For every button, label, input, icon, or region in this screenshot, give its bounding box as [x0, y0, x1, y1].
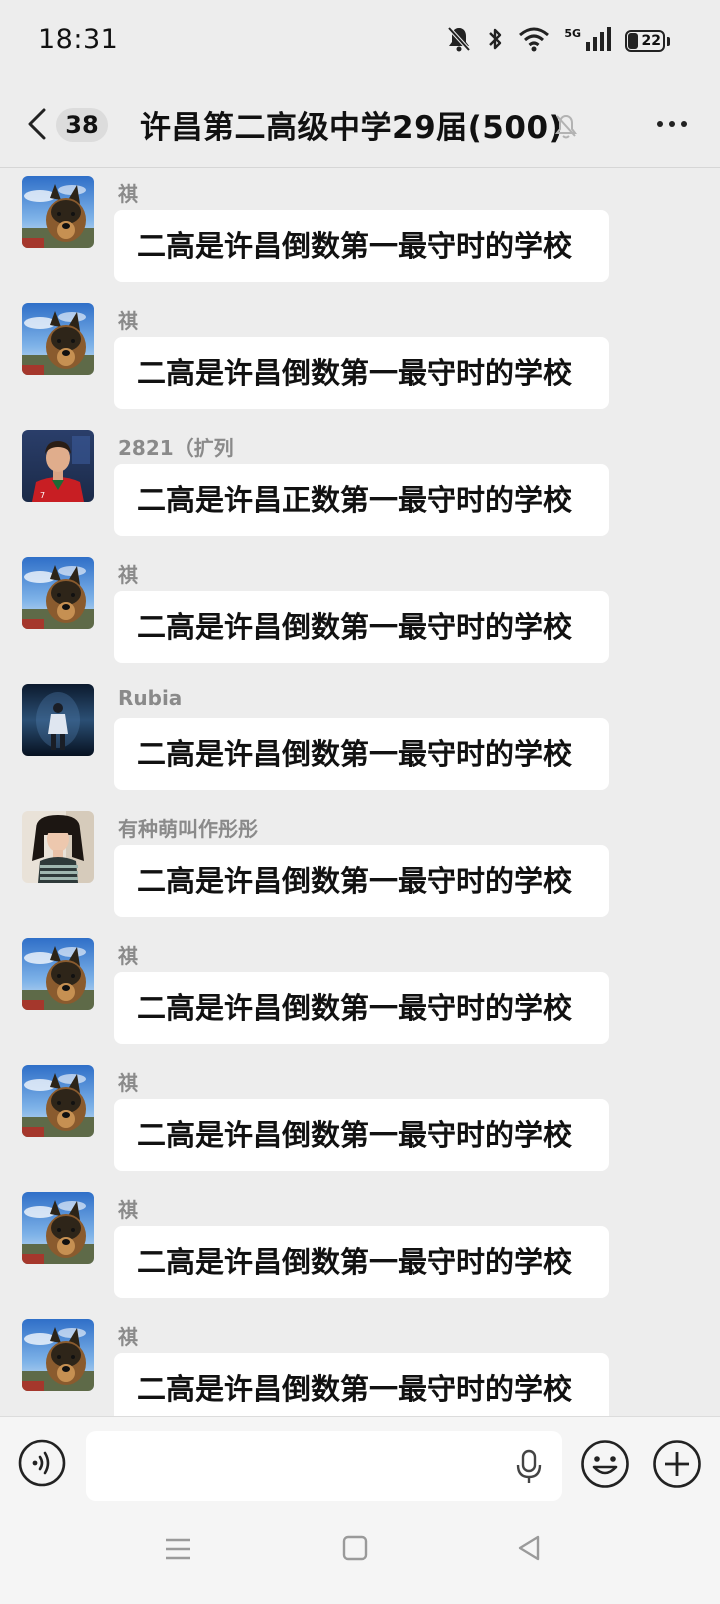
message-input[interactable] [86, 1431, 562, 1501]
message-bubble[interactable]: 二高是许昌倒数第一最守时的学校 [114, 591, 609, 663]
message-list[interactable]: 祺 二高是许昌倒数第一最守时的学校 祺 二高是许昌倒数第一最守时的学校 2821… [0, 168, 720, 1416]
message-item: Rubia 二高是许昌倒数第一最守时的学校 [0, 676, 720, 803]
sender-avatar[interactable] [22, 557, 94, 629]
microphone-icon[interactable] [512, 1449, 546, 1485]
network-label: 5G [564, 26, 581, 40]
battery-icon: 22 [625, 30, 665, 52]
sender-name: 祺 [118, 1198, 138, 1222]
input-bar [0, 1416, 720, 1514]
home-icon[interactable] [342, 1534, 368, 1562]
message-item: 祺 二高是许昌倒数第一最守时的学校 [0, 168, 720, 295]
bell-off-icon [446, 25, 472, 57]
message-bubble[interactable]: 二高是许昌倒数第一最守时的学校 [114, 718, 609, 790]
message-item: 祺 二高是许昌倒数第一最守时的学校 [0, 549, 720, 676]
message-bubble[interactable]: 二高是许昌倒数第一最守时的学校 [114, 1099, 609, 1171]
message-bubble[interactable]: 二高是许昌倒数第一最守时的学校 [114, 845, 609, 917]
status-bar: 18:31 5G 22 [0, 0, 720, 82]
status-icons: 5G 22 [446, 24, 670, 58]
message-item: 2821（扩列 二高是许昌正数第一最守时的学校 [0, 422, 720, 549]
sender-name: 祺 [118, 563, 138, 587]
battery-tip [667, 36, 670, 46]
system-nav-bar [0, 1514, 720, 1604]
signal-icon [585, 27, 611, 55]
message-bubble[interactable]: 二高是许昌倒数第一最守时的学校 [114, 337, 609, 409]
message-item: 有种萌叫作彤彤 二高是许昌倒数第一最守时的学校 [0, 803, 720, 930]
chat-header: 38 许昌第二高级中学29届(500) [0, 82, 720, 168]
emoji-icon[interactable] [580, 1439, 630, 1489]
message-bubble[interactable]: 二高是许昌倒数第一最守时的学校 [114, 210, 609, 282]
back-icon[interactable] [516, 1534, 542, 1562]
sender-avatar[interactable] [22, 1319, 94, 1391]
sender-name: 祺 [118, 309, 138, 333]
message-bubble[interactable]: 二高是许昌正数第一最守时的学校 [114, 464, 609, 536]
sender-name: 2821（扩列 [118, 436, 234, 460]
plus-icon[interactable] [652, 1439, 702, 1489]
bluetooth-icon [486, 25, 504, 57]
sender-avatar[interactable] [22, 303, 94, 375]
sender-avatar[interactable] [22, 430, 94, 502]
sender-avatar[interactable] [22, 684, 94, 756]
menu-icon[interactable] [164, 1534, 192, 1564]
sender-avatar[interactable] [22, 1192, 94, 1264]
voice-mode-icon[interactable] [18, 1439, 66, 1487]
status-time: 18:31 [38, 24, 119, 55]
sender-avatar[interactable] [22, 1065, 94, 1137]
sender-avatar[interactable] [22, 176, 94, 248]
sender-avatar[interactable] [22, 938, 94, 1010]
battery-level: 22 [641, 33, 661, 49]
message-bubble[interactable]: 二高是许昌倒数第一最守时的学校 [114, 972, 609, 1044]
unread-count-badge[interactable]: 38 [56, 108, 108, 142]
wifi-icon [518, 26, 550, 56]
sender-name: Rubia [118, 686, 183, 710]
message-bubble[interactable]: 二高是许昌倒数第一最守时的学校 [114, 1353, 609, 1416]
message-item: 祺 二高是许昌倒数第一最守时的学校 [0, 930, 720, 1057]
message-bubble[interactable]: 二高是许昌倒数第一最守时的学校 [114, 1226, 609, 1298]
message-item: 祺 二高是许昌倒数第一最守时的学校 [0, 295, 720, 422]
more-dots-icon[interactable] [654, 112, 690, 136]
sender-name: 祺 [118, 1325, 138, 1349]
sender-name: 祺 [118, 182, 138, 206]
sender-name: 祺 [118, 944, 138, 968]
sender-name: 有种萌叫作彤彤 [118, 817, 258, 841]
sender-name: 祺 [118, 1071, 138, 1095]
back-arrow-icon[interactable] [24, 106, 54, 142]
message-item: 祺 二高是许昌倒数第一最守时的学校 [0, 1057, 720, 1184]
sender-avatar[interactable] [22, 811, 94, 883]
message-item: 祺 二高是许昌倒数第一最守时的学校 [0, 1184, 720, 1311]
mute-bell-icon [553, 112, 579, 140]
group-title[interactable]: 许昌第二高级中学29届(500) [140, 102, 563, 147]
message-item: 祺 二高是许昌倒数第一最守时的学校 [0, 1311, 720, 1416]
